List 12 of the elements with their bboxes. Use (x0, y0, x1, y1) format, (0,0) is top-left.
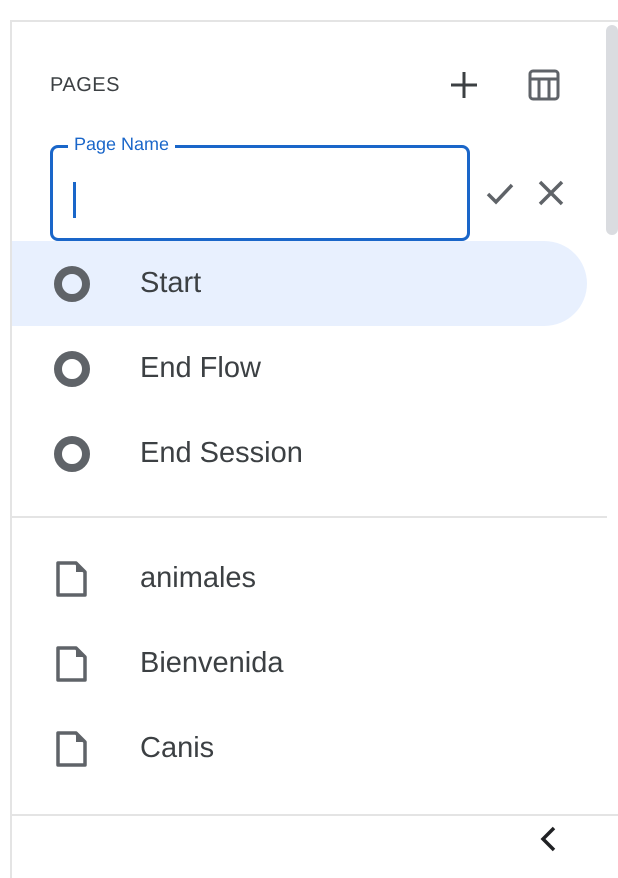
page-item[interactable]: End Flow (12, 326, 587, 411)
circle-icon (52, 264, 92, 304)
page-item[interactable]: Start (12, 241, 587, 326)
page-item[interactable]: End Session (12, 411, 587, 496)
close-icon[interactable] (536, 178, 566, 208)
circle-icon (52, 348, 92, 388)
page-item[interactable]: Canis (12, 706, 587, 791)
scrollbar[interactable] (606, 25, 618, 235)
page-item[interactable]: Bienvenida (12, 621, 587, 706)
page-item[interactable]: animales (12, 536, 587, 621)
section-title: PAGES (50, 72, 120, 98)
circle-icon (52, 434, 92, 474)
